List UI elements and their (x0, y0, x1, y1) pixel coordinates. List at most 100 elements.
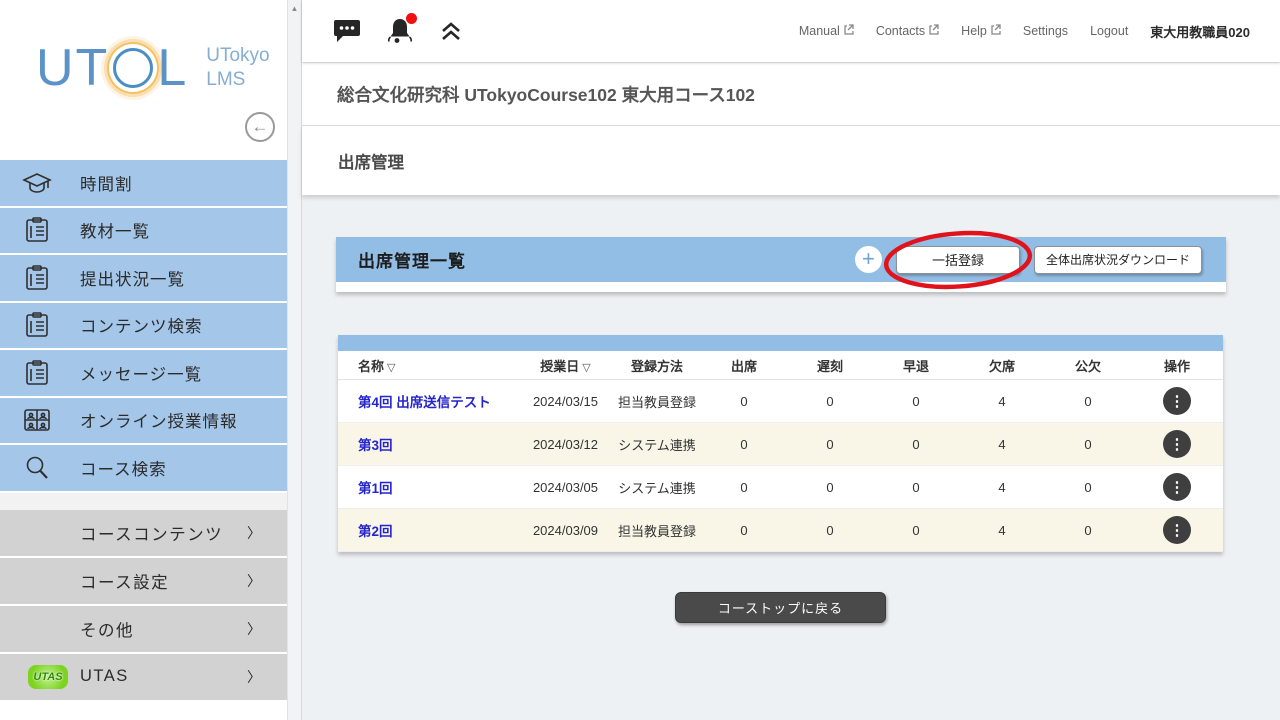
row-operations-button[interactable]: ⋮ (1163, 516, 1191, 544)
absent-count: 4 (998, 522, 1006, 538)
add-attendance-button[interactable]: + (854, 246, 882, 273)
early-leave-count: 0 (912, 522, 920, 538)
excused-count: 0 (1084, 393, 1092, 409)
early-leave-count: 0 (912, 393, 920, 409)
logo-sub-line2: LMS (206, 69, 246, 90)
course-title: 総合文化研究科 UTokyoCourse102 東大用コース102 (337, 84, 755, 105)
sidebar-item-label: コースコンテンツ (80, 525, 224, 544)
column-header-method: 登録方法 (630, 358, 683, 374)
clipboard-icon (20, 359, 54, 386)
present-count: 0 (740, 522, 748, 538)
sidebar-item-submissions[interactable]: 提出状況一覧 (0, 255, 287, 303)
attendance-session-link[interactable]: 第3回 (358, 438, 393, 453)
page-title: 出席管理 (338, 153, 404, 172)
column-header-name[interactable]: 名称 ▽ (338, 356, 518, 375)
sidebar: UT L UTokyo LMS ← 時間割 教材一覧 提出状況一覧 コンテンツ検… (0, 0, 287, 720)
sidebar-item-online-class[interactable]: オンライン授業情報 (0, 397, 287, 445)
table-row: 第1回 2024/03/05 システム連携 0 0 0 4 0 ⋮ (338, 466, 1223, 509)
download-attendance-button[interactable]: 全体出席状況ダウンロード (1033, 245, 1202, 274)
sidebar-item-label: その他 (80, 621, 134, 640)
bulk-register-button[interactable]: 一括登録 (895, 245, 1020, 274)
sidebar-item-label: コンテンツ検索 (80, 318, 203, 337)
class-date: 2024/03/12 (532, 436, 599, 452)
back-to-course-top-button[interactable]: コーストップに戻る (674, 592, 887, 623)
excused-count: 0 (1084, 522, 1092, 538)
external-link-icon (928, 24, 939, 38)
kebab-menu-icon: ⋮ (1169, 435, 1185, 453)
column-header-late: 遅刻 (816, 358, 843, 374)
logo-text-left: UT (36, 39, 110, 97)
notifications-bell-icon[interactable] (387, 13, 417, 45)
registration-method: 担当教員登録 (617, 394, 696, 410)
excused-count: 0 (1084, 436, 1092, 452)
current-user-name[interactable]: 東大用教職員020 (1150, 22, 1250, 41)
sidebar-item-label: コース検索 (80, 460, 167, 479)
kebab-menu-icon: ⋮ (1169, 521, 1185, 539)
row-operations-button[interactable]: ⋮ (1163, 473, 1191, 501)
sidebar-item-content-search[interactable]: コンテンツ検索 (0, 302, 287, 350)
absent-count: 4 (998, 479, 1006, 495)
row-operations-button[interactable]: ⋮ (1163, 430, 1191, 458)
clipboard-icon (20, 217, 54, 243)
class-date: 2024/03/09 (532, 522, 599, 538)
notification-badge (406, 13, 417, 24)
app-window: UT L UTokyo LMS ← 時間割 教材一覧 提出状況一覧 コンテンツ検… (0, 0, 1280, 720)
online-class-icon (20, 408, 54, 432)
link-contacts[interactable]: Contacts (876, 24, 939, 38)
absent-count: 4 (998, 436, 1006, 452)
attendance-session-link[interactable]: 第2回 (358, 524, 393, 539)
logo-sub-line1: UTokyo (206, 45, 270, 67)
class-date: 2024/03/05 (532, 479, 599, 495)
sidebar-item-label: メッセージ一覧 (80, 365, 203, 384)
row-operations-button[interactable]: ⋮ (1163, 387, 1191, 415)
utas-logo-icon: UTAS (28, 664, 68, 689)
main-area: Manual Contacts Help Settings Logout 東大用… (301, 0, 1280, 720)
column-header-excused: 公欠 (1074, 358, 1101, 374)
external-link-icon (990, 24, 1001, 38)
sidebar-item-timetable[interactable]: 時間割 (0, 160, 287, 208)
sidebar-item-materials[interactable]: 教材一覧 (0, 207, 287, 255)
registration-method: 担当教員登録 (617, 523, 696, 539)
sidebar-item-label: コース設定 (80, 573, 170, 592)
scroll-up-icon[interactable]: ▲ (291, 4, 299, 720)
column-header-date[interactable]: 授業日 ▽ (518, 356, 613, 375)
table-top-strip (338, 335, 1223, 351)
sidebar-scrollbar[interactable]: ▲ (287, 0, 301, 720)
early-leave-count: 0 (912, 479, 920, 495)
chevron-right-icon: 〉 (247, 524, 261, 541)
collapse-topbar-icon[interactable] (439, 20, 463, 42)
late-count: 0 (826, 479, 834, 495)
link-settings[interactable]: Settings (1023, 24, 1068, 38)
link-manual[interactable]: Manual (799, 24, 854, 38)
sidebar-item-course-contents[interactable]: コースコンテンツ 〉 (0, 509, 287, 558)
sidebar-item-course-settings[interactable]: コース設定 〉 (0, 557, 287, 606)
sidebar-item-others[interactable]: その他 〉 (0, 605, 287, 654)
chevron-right-icon: 〉 (247, 572, 261, 589)
sidebar-item-course-search[interactable]: コース検索 (0, 445, 287, 493)
column-header-present: 出席 (730, 358, 757, 374)
panel-title: 出席管理一覧 (358, 252, 466, 271)
sidebar-collapse-button[interactable]: ← (245, 112, 275, 142)
attendance-panel-header: 出席管理一覧 + 一括登録 全体出席状況ダウンロード (336, 230, 1226, 289)
sidebar-item-utas[interactable]: UTAS UTAS 〉 (0, 653, 287, 702)
sidebar-item-label: 提出状況一覧 (80, 270, 185, 289)
sort-icon: ▽ (582, 361, 591, 374)
class-date: 2024/03/15 (532, 393, 599, 409)
early-leave-count: 0 (912, 436, 920, 452)
chat-icon[interactable] (333, 18, 361, 44)
present-count: 0 (740, 436, 748, 452)
sort-icon: ▽ (387, 361, 396, 374)
panel-footer-strip (336, 282, 1226, 292)
attendance-session-link[interactable]: 第4回 出席送信テスト (358, 395, 491, 410)
course-header: 総合文化研究科 UTokyoCourse102 東大用コース102 (302, 62, 1280, 125)
page-header: 出席管理 (302, 125, 1280, 195)
clipboard-icon (20, 312, 54, 338)
link-help[interactable]: Help (961, 24, 1001, 38)
clipboard-icon (20, 264, 54, 291)
excused-count: 0 (1084, 479, 1092, 495)
sidebar-item-label: 時間割 (80, 175, 133, 194)
sidebar-item-messages[interactable]: メッセージ一覧 (0, 350, 287, 398)
logo-text-right: L (157, 39, 189, 97)
link-logout[interactable]: Logout (1090, 24, 1128, 38)
attendance-session-link[interactable]: 第1回 (358, 481, 393, 496)
